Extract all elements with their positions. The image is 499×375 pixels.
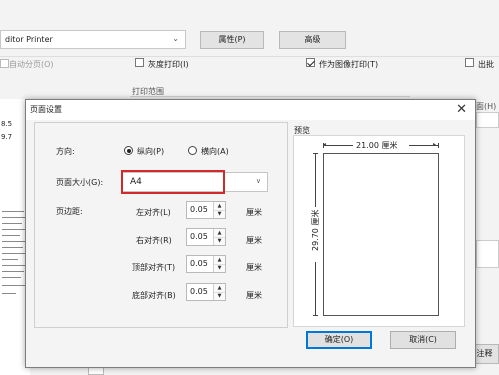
stepper: ▲ ▼ (213, 229, 225, 245)
margins-label: 页边距: (56, 207, 83, 216)
left-number: 8.5 (1, 120, 13, 128)
right-margin-label: 右对齐(R) (136, 236, 172, 245)
page-setup-dialog: 页面设置 ✕ 方向: 纵向(P) 横向(A) 页面大小(G): A4 ∨ 页边距… (25, 99, 476, 368)
print-as-image-label: 作为图像打印(T) (319, 60, 379, 69)
decrement-icon[interactable]: ▼ (214, 210, 225, 218)
bottom-margin-input[interactable]: 0.05 ▲ ▼ (186, 283, 226, 301)
arrow-left-icon: ◂ (323, 141, 327, 148)
dialog-title: 页面设置 (30, 105, 62, 114)
stepper: ▲ ▼ (213, 202, 225, 218)
range-right-label: 面(H) (476, 102, 497, 111)
bottom-margin-label: 底部对齐(B) (132, 291, 176, 300)
landscape-radio[interactable] (188, 146, 197, 155)
width-dimension-line (323, 145, 353, 146)
top-margin-unit: 厘米 (246, 263, 262, 272)
output-checkbox[interactable] (465, 58, 474, 67)
right-margin-input[interactable]: 0.05 ▲ ▼ (186, 228, 226, 246)
output-label: 出批 (478, 60, 494, 69)
landscape-label: 横向(A) (201, 147, 229, 156)
properties-button[interactable]: 属性(P) (200, 31, 264, 49)
left-number: 9.7 (1, 133, 13, 141)
top-margin-value: 0.05 (190, 259, 208, 268)
bottom-margin-unit: 厘米 (246, 291, 262, 300)
height-dimension-line (315, 262, 316, 316)
advanced-button[interactable]: 高级 (279, 31, 346, 49)
cancel-button[interactable]: 取消(C) (390, 331, 456, 349)
stepper: ▲ ▼ (213, 256, 225, 272)
highlight-box (121, 170, 225, 194)
chevron-down-icon: ⌄ (172, 34, 179, 43)
chevron-down-icon: ∨ (255, 177, 261, 185)
print-as-image-checkbox[interactable] (306, 58, 315, 67)
decrement-icon[interactable]: ▼ (214, 264, 225, 272)
left-margin-input[interactable]: 0.05 ▲ ▼ (186, 201, 226, 219)
right-margin-unit: 厘米 (246, 236, 262, 245)
decrement-icon[interactable]: ▼ (214, 292, 225, 300)
decrement-icon[interactable]: ▼ (214, 237, 225, 245)
page-size-label: 页面大小(G): (56, 178, 104, 187)
preview-height: 29.70 厘米 (311, 209, 320, 251)
side-panel (476, 240, 499, 268)
paper-preview (323, 153, 439, 316)
auto-paging-label: 自动分页(O) (9, 60, 54, 69)
range-input[interactable] (476, 112, 499, 128)
top-margin-label: 顶部对齐(T) (132, 263, 176, 272)
height-dimension-line (315, 153, 316, 207)
preview-panel: ◂ ▸ 21.00 厘米 29.70 厘米 (293, 135, 465, 327)
close-icon[interactable]: ✕ (456, 102, 467, 117)
portrait-radio[interactable] (124, 146, 133, 155)
printer-name: ditor Printer (5, 35, 53, 44)
bottom-margin-value: 0.05 (190, 287, 208, 296)
left-margin-unit: 厘米 (246, 208, 262, 217)
arrow-right-icon: ▸ (433, 141, 437, 148)
portrait-label: 纵向(P) (137, 147, 165, 156)
left-margin-label: 左对齐(L) (136, 208, 171, 217)
divider (0, 56, 499, 57)
orientation-label: 方向: (56, 147, 75, 156)
ok-button[interactable]: 确定(O) (306, 331, 372, 349)
printer-select[interactable]: ditor Printer ⌄ (0, 30, 186, 49)
preview-width: 21.00 厘米 (356, 141, 398, 150)
right-margin-value: 0.05 (190, 232, 208, 241)
top-margin-input[interactable]: 0.05 ▲ ▼ (186, 255, 226, 273)
divider (130, 96, 410, 97)
grayscale-label: 灰度打印(I) (148, 60, 189, 69)
left-margin-value: 0.05 (190, 205, 208, 214)
grayscale-checkbox[interactable] (135, 58, 144, 67)
auto-paging-checkbox[interactable] (0, 59, 9, 68)
dialog-titlebar: 页面设置 ✕ (26, 100, 475, 120)
stepper: ▲ ▼ (213, 284, 225, 300)
